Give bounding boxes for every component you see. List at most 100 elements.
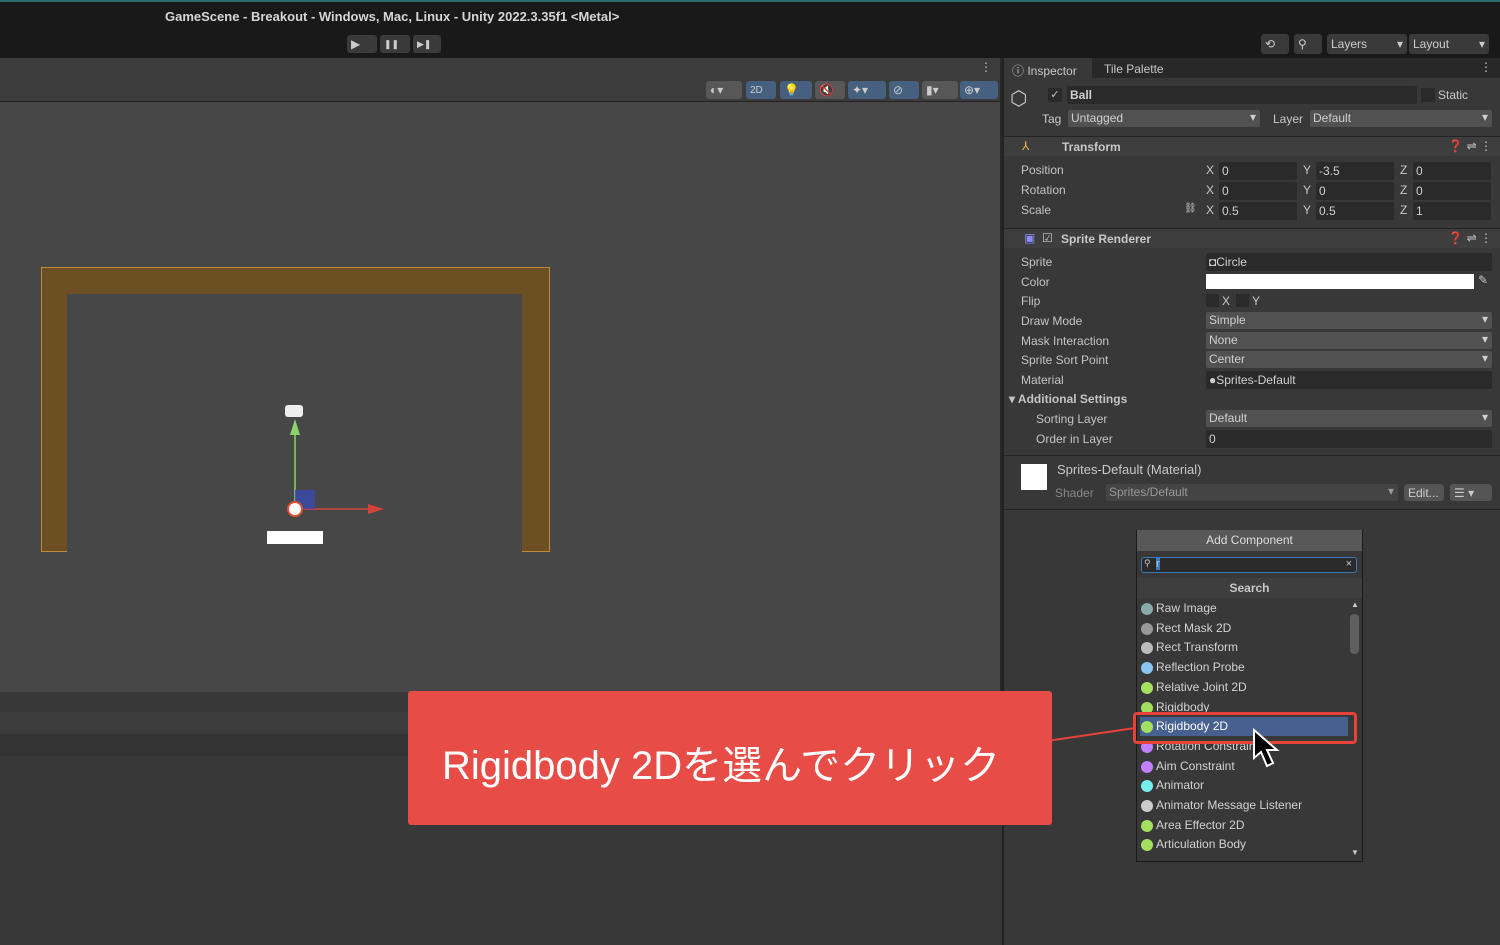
component-icon [1141, 603, 1153, 615]
camera-icon[interactable]: ▮▾ [922, 81, 958, 99]
more-icon[interactable]: ⋮ [980, 60, 992, 74]
layers-dropdown[interactable]: Layers ▾ [1327, 34, 1407, 54]
component-icon [1141, 760, 1153, 773]
scene-view[interactable] [0, 102, 1000, 692]
layer-dropdown[interactable]: Default [1310, 110, 1492, 127]
component-search-input[interactable]: ⚲ r × [1141, 557, 1357, 573]
component-icon [1141, 681, 1153, 694]
transform-position-z-input[interactable]: 0 [1413, 162, 1491, 180]
flip-y-checkbox[interactable] [1236, 294, 1249, 307]
sprite-label: Sprite [1021, 255, 1053, 269]
paddle [267, 531, 323, 544]
sort-point-dropdown[interactable]: Center [1206, 351, 1492, 368]
material-label: Material [1021, 373, 1064, 387]
component-item-label: Relative Joint 2D [1156, 679, 1247, 694]
scroll-down-icon[interactable]: ▼ [1351, 848, 1359, 857]
sprite-renderer-header[interactable]: ▣ ☑ Sprite Renderer ❓ ⇌ ⋮ [1004, 228, 1500, 248]
material-preview [1021, 464, 1047, 490]
popup-scrollbar[interactable] [1350, 614, 1359, 654]
component-item[interactable]: Reflection Probe [1140, 658, 1348, 677]
effects-icon[interactable]: ✦▾ [848, 81, 886, 99]
component-item[interactable]: Rect Transform [1140, 638, 1348, 657]
material-field[interactable]: ●Sprites-Default [1206, 371, 1492, 389]
transform-scale-x-input[interactable]: 0.5 [1219, 202, 1297, 220]
history-icon[interactable]: ⟲ [1261, 34, 1289, 54]
component-item[interactable]: Rect Mask 2D [1140, 619, 1348, 638]
layout-dropdown[interactable]: Layout ▾ [1409, 34, 1489, 54]
component-item[interactable]: Aim Constraint [1140, 757, 1348, 776]
flip-y-label: Y [1252, 294, 1261, 308]
step-button[interactable]: ▶❚ [413, 35, 441, 53]
sort-point-label: Sprite Sort Point [1021, 353, 1109, 367]
popup-header: Search [1137, 578, 1362, 598]
object-name-input[interactable]: Ball [1067, 86, 1417, 104]
component-item-label: Articulation Body [1156, 837, 1247, 852]
additional-settings-label: Additional Settings [1017, 392, 1128, 406]
shading-mode-icon[interactable]: ◐▾ [706, 81, 742, 99]
component-item[interactable]: Animator [1140, 776, 1348, 795]
order-in-layer-label: Order in Layer [1036, 432, 1113, 446]
transform-rotation-z-input[interactable]: 0 [1413, 182, 1491, 200]
component-item-label: Aim Constraint [1156, 758, 1235, 773]
component-item[interactable]: Relative Joint 2D [1140, 678, 1348, 697]
tag-dropdown[interactable]: Untagged [1068, 110, 1260, 127]
transform-rotation-x-input[interactable]: 0 [1219, 182, 1297, 200]
enabled-checkbox[interactable]: ☑ [1042, 231, 1053, 245]
component-menu-icons[interactable]: ❓ ⇌ ⋮ [1448, 231, 1492, 245]
gizmos-icon[interactable]: ⊕▾ [960, 81, 998, 99]
tab-inspector[interactable]: ⓘ Inspector [1004, 58, 1092, 79]
component-item-label: Area Effector 2D [1156, 817, 1245, 832]
lighting-icon[interactable]: 💡 [780, 81, 812, 99]
flip-x-label: X [1222, 294, 1231, 308]
edit-shader-button[interactable]: Edit... [1404, 484, 1444, 501]
flip-x-checkbox[interactable] [1206, 294, 1219, 307]
constrain-proportions-icon[interactable]: ⛓ [1184, 203, 1197, 214]
axis-z-label: Z [1400, 163, 1408, 177]
move-gizmo[interactable] [270, 397, 390, 522]
sprite-field[interactable]: ◘Circle [1206, 253, 1492, 271]
play-button[interactable]: ▶ [347, 35, 377, 53]
component-menu-icons[interactable]: ❓ ⇌ ⋮ [1448, 139, 1492, 153]
active-checkbox[interactable]: ✓ [1048, 88, 1062, 102]
additional-settings-foldout[interactable]: ▾ Additional Settings [1009, 392, 1127, 406]
component-item[interactable]: Area Effector 2D [1140, 816, 1348, 835]
visibility-icon[interactable]: ⊘ [889, 81, 919, 99]
transform-title: Transform [1062, 140, 1121, 154]
transform-icon: ⅄ [1022, 139, 1030, 153]
mask-interaction-dropdown[interactable]: None [1206, 332, 1492, 349]
transform-position-y-input[interactable]: -3.5 [1316, 162, 1394, 180]
scroll-up-icon[interactable]: ▲ [1351, 600, 1359, 609]
tag-label: Tag [1042, 112, 1062, 126]
color-swatch[interactable] [1206, 274, 1474, 289]
transform-position-x-input[interactable]: 0 [1219, 162, 1297, 180]
component-icon [1141, 780, 1153, 793]
shader-dropdown[interactable]: Sprites/Default [1106, 484, 1398, 501]
static-checkbox[interactable] [1421, 88, 1435, 102]
component-icon [1141, 662, 1153, 675]
transform-rotation-y-input[interactable]: 0 [1316, 182, 1394, 200]
clear-search-icon[interactable]: × [1346, 558, 1352, 570]
component-item[interactable]: Articulation Body [1140, 835, 1348, 854]
draw-mode-dropdown[interactable]: Simple [1206, 312, 1492, 329]
pause-button[interactable]: ❚❚ [380, 35, 410, 53]
shader-options-dropdown[interactable]: ☰ ▾ [1450, 484, 1492, 501]
transform-scale-y-input[interactable]: 0.5 [1316, 202, 1394, 220]
component-item[interactable]: Raw Image [1140, 599, 1348, 618]
add-component-button[interactable]: Add Component [1137, 530, 1362, 551]
tab-tile-palette[interactable]: Tile Palette [1104, 62, 1164, 76]
sorting-layer-dropdown[interactable]: Default [1206, 410, 1492, 427]
component-item[interactable]: Animator Message Listener [1140, 796, 1348, 815]
layout-label: Layout [1413, 37, 1450, 51]
scene-tab-bar: ⋮ [0, 58, 1000, 78]
eyedropper-icon[interactable]: ✎ [1478, 273, 1488, 287]
lock-icon[interactable]: ⋮ [1480, 60, 1492, 74]
sorting-layer-label: Sorting Layer [1036, 412, 1108, 426]
search-icon[interactable]: ⚲ [1294, 34, 1322, 54]
transform-scale-z-input[interactable]: 1 [1413, 202, 1491, 220]
2d-toggle[interactable]: 2D [746, 81, 776, 99]
sprite-renderer-icon: ▣ [1024, 231, 1036, 245]
audio-icon[interactable]: 🔇 [815, 81, 845, 99]
transform-header[interactable]: Transform ⅄ ❓ ⇌ ⋮ [1004, 136, 1500, 156]
instruction-callout: Rigidbody 2Dを選んでクリック [408, 691, 1052, 825]
order-in-layer-input[interactable]: 0 [1206, 430, 1492, 448]
